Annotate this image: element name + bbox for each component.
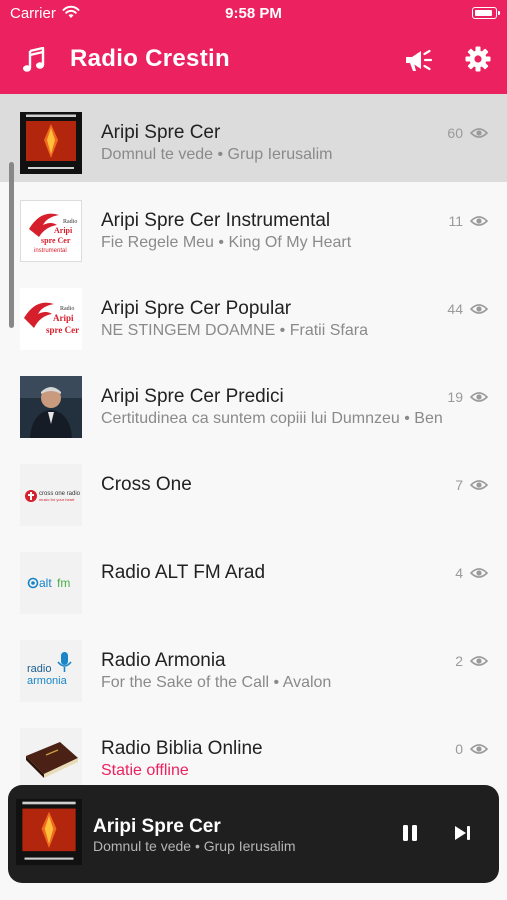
- next-icon[interactable]: [454, 825, 472, 841]
- station-logo: alt fm: [20, 552, 82, 614]
- station-row-aripi-spre-cer[interactable]: Aripi Spre Cer Domnul te vede • Grup Ier…: [0, 94, 507, 182]
- scrollbar[interactable]: [9, 162, 14, 328]
- svg-text:fm: fm: [57, 576, 70, 590]
- player-artwork: [16, 799, 82, 865]
- alt-fm-logo-icon: alt fm: [20, 552, 82, 614]
- station-name: Aripi Spre Cer Instrumental: [101, 210, 331, 231]
- pause-icon[interactable]: [401, 824, 419, 842]
- station-name: Aripi Spre Cer Predici: [101, 386, 284, 407]
- player-subtitle: Domnul te vede • Grup Ierusalim: [93, 838, 296, 854]
- station-logo: radio armonia: [20, 640, 82, 702]
- svg-text:spre Cer: spre Cer: [41, 236, 71, 245]
- station-now-playing: Certitudinea ca suntem copiii lui Dumnze…: [101, 410, 443, 427]
- station-logo: [20, 376, 82, 438]
- gear-icon[interactable]: [465, 46, 491, 72]
- eye-icon: [470, 128, 488, 138]
- station-now-playing: Fie Regele Meu • King Of My Heart: [101, 234, 352, 251]
- station-name: Aripi Spre Cer: [101, 122, 221, 143]
- listener-count: 19: [447, 389, 463, 405]
- listener-count: 2: [455, 653, 463, 669]
- station-row-cross-one[interactable]: cross one radio music for your heart Cro…: [0, 446, 507, 534]
- listener-count: 60: [447, 125, 463, 141]
- listener-count: 44: [447, 301, 463, 317]
- mini-player[interactable]: Aripi Spre Cer Domnul te vede • Grup Ier…: [8, 785, 499, 883]
- svg-text:Aripi: Aripi: [53, 313, 74, 323]
- svg-text:Radio: Radio: [63, 219, 77, 225]
- app-header: Carrier 9:58 PM Radio Crestin: [0, 0, 507, 94]
- svg-text:instrumental: instrumental: [34, 248, 67, 254]
- station-logo: Radio Aripi spre Cer: [20, 288, 82, 350]
- station-logo: [20, 728, 82, 790]
- listener-count: 11: [448, 213, 463, 229]
- station-offline-status: Statie offline: [101, 762, 189, 779]
- armonia-logo-icon: radio armonia: [20, 640, 82, 702]
- svg-text:armonia: armonia: [27, 675, 68, 687]
- svg-text:music for your heart: music for your heart: [39, 497, 75, 502]
- svg-text:radio: radio: [27, 663, 51, 675]
- station-now-playing: For the Sake of the Call • Avalon: [101, 674, 332, 691]
- eye-icon: [470, 216, 488, 226]
- eye-icon: [470, 480, 488, 490]
- station-row-radio-alt-fm-arad[interactable]: alt fm Radio ALT FM Arad 4: [0, 534, 507, 622]
- cross-one-logo-icon: cross one radio music for your heart: [20, 464, 82, 526]
- svg-text:alt: alt: [39, 576, 52, 590]
- megaphone-icon[interactable]: [404, 47, 434, 73]
- eye-icon: [470, 392, 488, 402]
- bible-icon: [20, 728, 82, 790]
- eye-icon: [470, 656, 488, 666]
- station-logo: cross one radio music for your heart: [20, 464, 82, 526]
- album-cover-icon: [16, 799, 82, 865]
- page-title: Radio Crestin: [70, 45, 230, 72]
- battery-icon: [472, 7, 500, 19]
- wing-logo-icon: Radio Aripi spre Cer instrumental: [21, 201, 81, 261]
- station-name: Cross One: [101, 474, 192, 495]
- eye-icon: [470, 304, 488, 314]
- eye-icon: [470, 744, 488, 754]
- station-list[interactable]: Aripi Spre Cer Domnul te vede • Grup Ier…: [0, 94, 507, 900]
- station-name: Radio Biblia Online: [101, 738, 263, 759]
- station-name: Radio Armonia: [101, 650, 226, 671]
- wing-logo-icon: Radio Aripi spre Cer: [20, 288, 82, 350]
- station-now-playing: NE STINGEM DOAMNE • Fratii Sfara: [101, 322, 368, 339]
- station-row-aripi-spre-cer-popular[interactable]: Radio Aripi spre Cer Aripi Spre Cer Popu…: [0, 270, 507, 358]
- station-name: Radio ALT FM Arad: [101, 562, 266, 583]
- station-logo: [20, 112, 82, 174]
- listener-count: 7: [455, 477, 463, 493]
- listener-count: 0: [455, 741, 463, 757]
- station-now-playing: Domnul te vede • Grup Ierusalim: [101, 146, 333, 163]
- preacher-photo-icon: [20, 376, 82, 438]
- svg-text:Aripi: Aripi: [54, 226, 73, 235]
- player-title: Aripi Spre Cer: [93, 816, 221, 837]
- svg-text:spre Cer: spre Cer: [46, 325, 79, 335]
- status-bar: Carrier 9:58 PM: [0, 0, 507, 28]
- station-name: Aripi Spre Cer Popular: [101, 298, 292, 319]
- station-row-aripi-spre-cer-predici[interactable]: Aripi Spre Cer Predici Certitudinea ca s…: [0, 358, 507, 446]
- music-note-icon[interactable]: [22, 47, 46, 73]
- station-row-aripi-spre-cer-instrumental[interactable]: Radio Aripi spre Cer instrumental Aripi …: [0, 182, 507, 270]
- svg-text:Radio: Radio: [60, 306, 74, 312]
- album-cover-icon: [20, 112, 82, 174]
- station-row-radio-armonia[interactable]: radio armonia Radio Armonia For the Sake…: [0, 622, 507, 710]
- listener-count: 4: [455, 565, 463, 581]
- eye-icon: [470, 568, 488, 578]
- station-logo: Radio Aripi spre Cer instrumental: [20, 200, 82, 262]
- clock: 9:58 PM: [225, 5, 282, 22]
